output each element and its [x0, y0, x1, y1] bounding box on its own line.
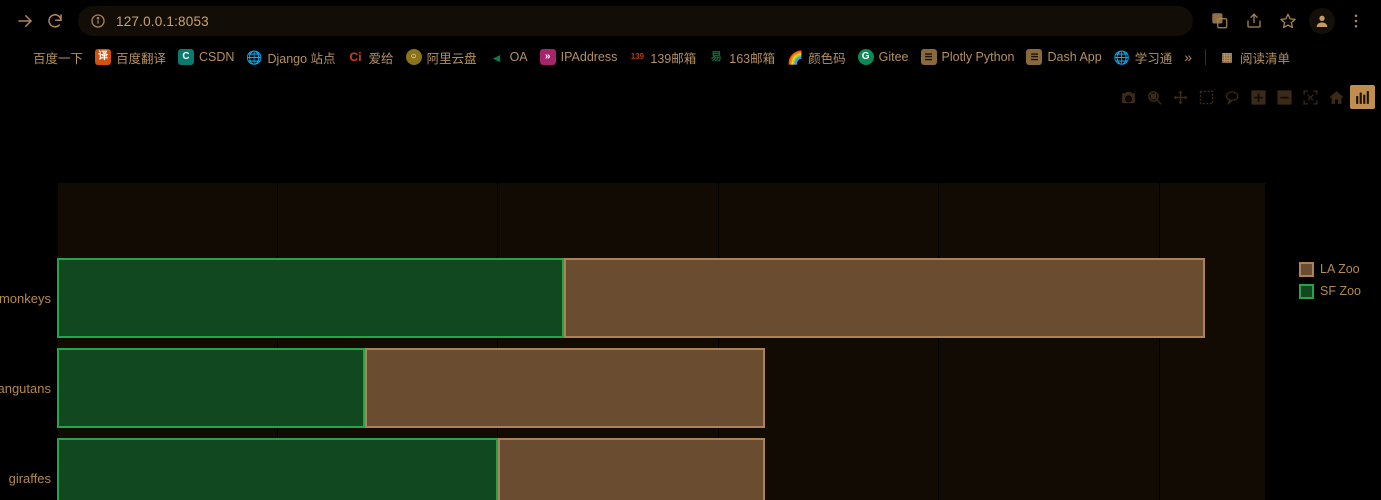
- reading-list-button[interactable]: ▦ 阅读清单: [1213, 45, 1296, 69]
- bookmark-item[interactable]: ☰ Dash App: [1020, 45, 1107, 69]
- csdn-icon: C: [178, 49, 195, 65]
- three-dot-menu-icon[interactable]: [1341, 6, 1371, 36]
- lasso-select-button[interactable]: [1220, 85, 1245, 109]
- django-globe-icon: 🌐: [246, 49, 263, 65]
- reading-list-label: 阅读清单: [1240, 51, 1291, 66]
- bookmark-label: 阿里云盘: [426, 51, 477, 66]
- reload-button[interactable]: [40, 6, 70, 36]
- gridline: [938, 183, 939, 500]
- browser-chrome: 127.0.0.1:8053 百度一下 译 百度翻译 C CSDN 🌐 Djan…: [0, 0, 1381, 72]
- plotly-bar-icon: ☰: [1026, 49, 1043, 65]
- bookmark-label: 学习通: [1134, 51, 1173, 66]
- download-plot-as-png-button[interactable]: [1116, 85, 1141, 109]
- bookmark-label: 颜色码: [808, 51, 846, 66]
- toolbar-right-icons: [1201, 6, 1371, 36]
- ytick-label-orangutans: orangutans: [0, 381, 51, 396]
- bookmarks-bar: 百度一下 译 百度翻译 C CSDN 🌐 Django 站点 Ci 爱给 ○ 阿…: [0, 42, 1381, 72]
- bookmarks-divider: [1205, 49, 1207, 65]
- bookmark-item[interactable]: ◂ OA: [483, 45, 534, 69]
- bookmark-item[interactable]: 译 百度翻译: [89, 45, 172, 69]
- gitee-icon: G: [857, 49, 874, 65]
- forward-button[interactable]: [10, 6, 40, 36]
- bookmark-label: 百度翻译: [116, 51, 167, 66]
- bookmark-label: Django 站点: [267, 51, 336, 66]
- bar-la-monkeys[interactable]: [564, 258, 1205, 338]
- mail139-icon: 139: [630, 52, 645, 61]
- bookmark-item[interactable]: 🌈 颜色码: [781, 45, 852, 69]
- aigei-icon: Ci: [349, 50, 362, 64]
- bookmark-item[interactable]: Ci 爱给: [342, 45, 400, 69]
- plotly-logo-button[interactable]: [1350, 85, 1375, 109]
- share-icon[interactable]: [1239, 6, 1269, 36]
- pan-button[interactable]: [1168, 85, 1193, 109]
- ipaddress-icon: »: [539, 49, 556, 65]
- legend-swatch-sf-zoo: [1299, 283, 1314, 299]
- bookmark-label: Dash App: [1047, 50, 1102, 64]
- bookmark-item[interactable]: 🌐 学习通: [1108, 45, 1179, 69]
- browser-toolbar: 127.0.0.1:8053: [0, 0, 1381, 42]
- bookmark-item[interactable]: 易 163邮箱: [702, 45, 781, 69]
- bookmark-label: Plotly Python: [941, 50, 1015, 64]
- bookmarks-overflow-button[interactable]: »: [1178, 49, 1198, 65]
- baidu-translate-icon: 译: [95, 49, 112, 65]
- bookmark-label: CSDN: [199, 50, 235, 64]
- ytick-label-monkeys: monkeys: [0, 291, 51, 306]
- rainbow-color-icon: 🌈: [787, 49, 804, 65]
- autoscale-button[interactable]: [1298, 85, 1323, 109]
- bar-sf-giraffes[interactable]: [57, 438, 498, 500]
- aliyun-drive-icon: ○: [405, 49, 422, 65]
- ytick-label-giraffes: giraffes: [8, 471, 51, 486]
- baidu-icon: [12, 49, 28, 65]
- bookmark-item[interactable]: 🌐 Django 站点: [240, 45, 341, 69]
- bookmark-item[interactable]: » IPAddress: [534, 45, 624, 69]
- legend-item-sf-zoo[interactable]: SF Zoo: [1299, 282, 1361, 300]
- legend-item-la-zoo[interactable]: LA Zoo: [1299, 260, 1361, 278]
- zoom-in-button[interactable]: [1246, 85, 1271, 109]
- bookmark-label: OA: [509, 50, 528, 64]
- legend-label-la-zoo: LA Zoo: [1320, 262, 1360, 276]
- gridline: [1159, 183, 1160, 500]
- bookmark-label: Gitee: [878, 50, 909, 64]
- mail163-icon: 易: [710, 50, 722, 63]
- bookmark-label: IPAddress: [560, 50, 618, 64]
- zoom-out-button[interactable]: [1272, 85, 1297, 109]
- legend-swatch-la-zoo: [1299, 261, 1314, 277]
- box-select-button[interactable]: [1194, 85, 1219, 109]
- avatar[interactable]: [1309, 8, 1335, 34]
- bookmark-item[interactable]: ○ 阿里云盘: [400, 45, 483, 69]
- legend-label-sf-zoo: SF Zoo: [1320, 284, 1361, 298]
- bookmark-item[interactable]: ☰ Plotly Python: [915, 45, 1021, 69]
- url-text[interactable]: 127.0.0.1:8053: [116, 14, 209, 29]
- bookmark-label: 爱给: [368, 51, 394, 66]
- bookmark-label: 163邮箱: [729, 51, 776, 66]
- bar-sf-orangutans[interactable]: [57, 348, 365, 428]
- zoom-button[interactable]: [1142, 85, 1167, 109]
- translate-icon[interactable]: [1205, 6, 1235, 36]
- reading-list-icon: ▦: [1221, 50, 1233, 64]
- plotly-modebar: [1115, 84, 1375, 110]
- bookmark-item[interactable]: G Gitee: [852, 45, 915, 69]
- bar-la-orangutans[interactable]: [365, 348, 765, 428]
- globe-icon: 🌐: [1113, 49, 1130, 65]
- bookmark-star-icon[interactable]: [1273, 6, 1303, 36]
- oa-flag-icon: ◂: [493, 49, 500, 65]
- bar-la-giraffes[interactable]: [498, 438, 765, 500]
- bookmark-label: 百度一下: [33, 51, 84, 66]
- profile-avatar[interactable]: [1307, 6, 1337, 36]
- bookmark-item[interactable]: 139 139邮箱: [623, 45, 702, 69]
- address-bar[interactable]: 127.0.0.1:8053: [78, 6, 1193, 36]
- chart-legend: LA Zoo SF Zoo: [1299, 260, 1361, 300]
- bookmark-item[interactable]: 百度一下: [6, 45, 89, 69]
- plotly-chart: monkeys orangutans giraffes 0 10 20 30 4…: [0, 72, 1381, 500]
- bar-sf-monkeys[interactable]: [57, 258, 564, 338]
- plotly-bar-icon: ☰: [920, 49, 937, 65]
- bookmark-item[interactable]: C CSDN: [172, 45, 240, 69]
- reset-axes-button[interactable]: [1324, 85, 1349, 109]
- bookmark-label: 139邮箱: [650, 51, 697, 66]
- site-info-icon[interactable]: [90, 13, 106, 29]
